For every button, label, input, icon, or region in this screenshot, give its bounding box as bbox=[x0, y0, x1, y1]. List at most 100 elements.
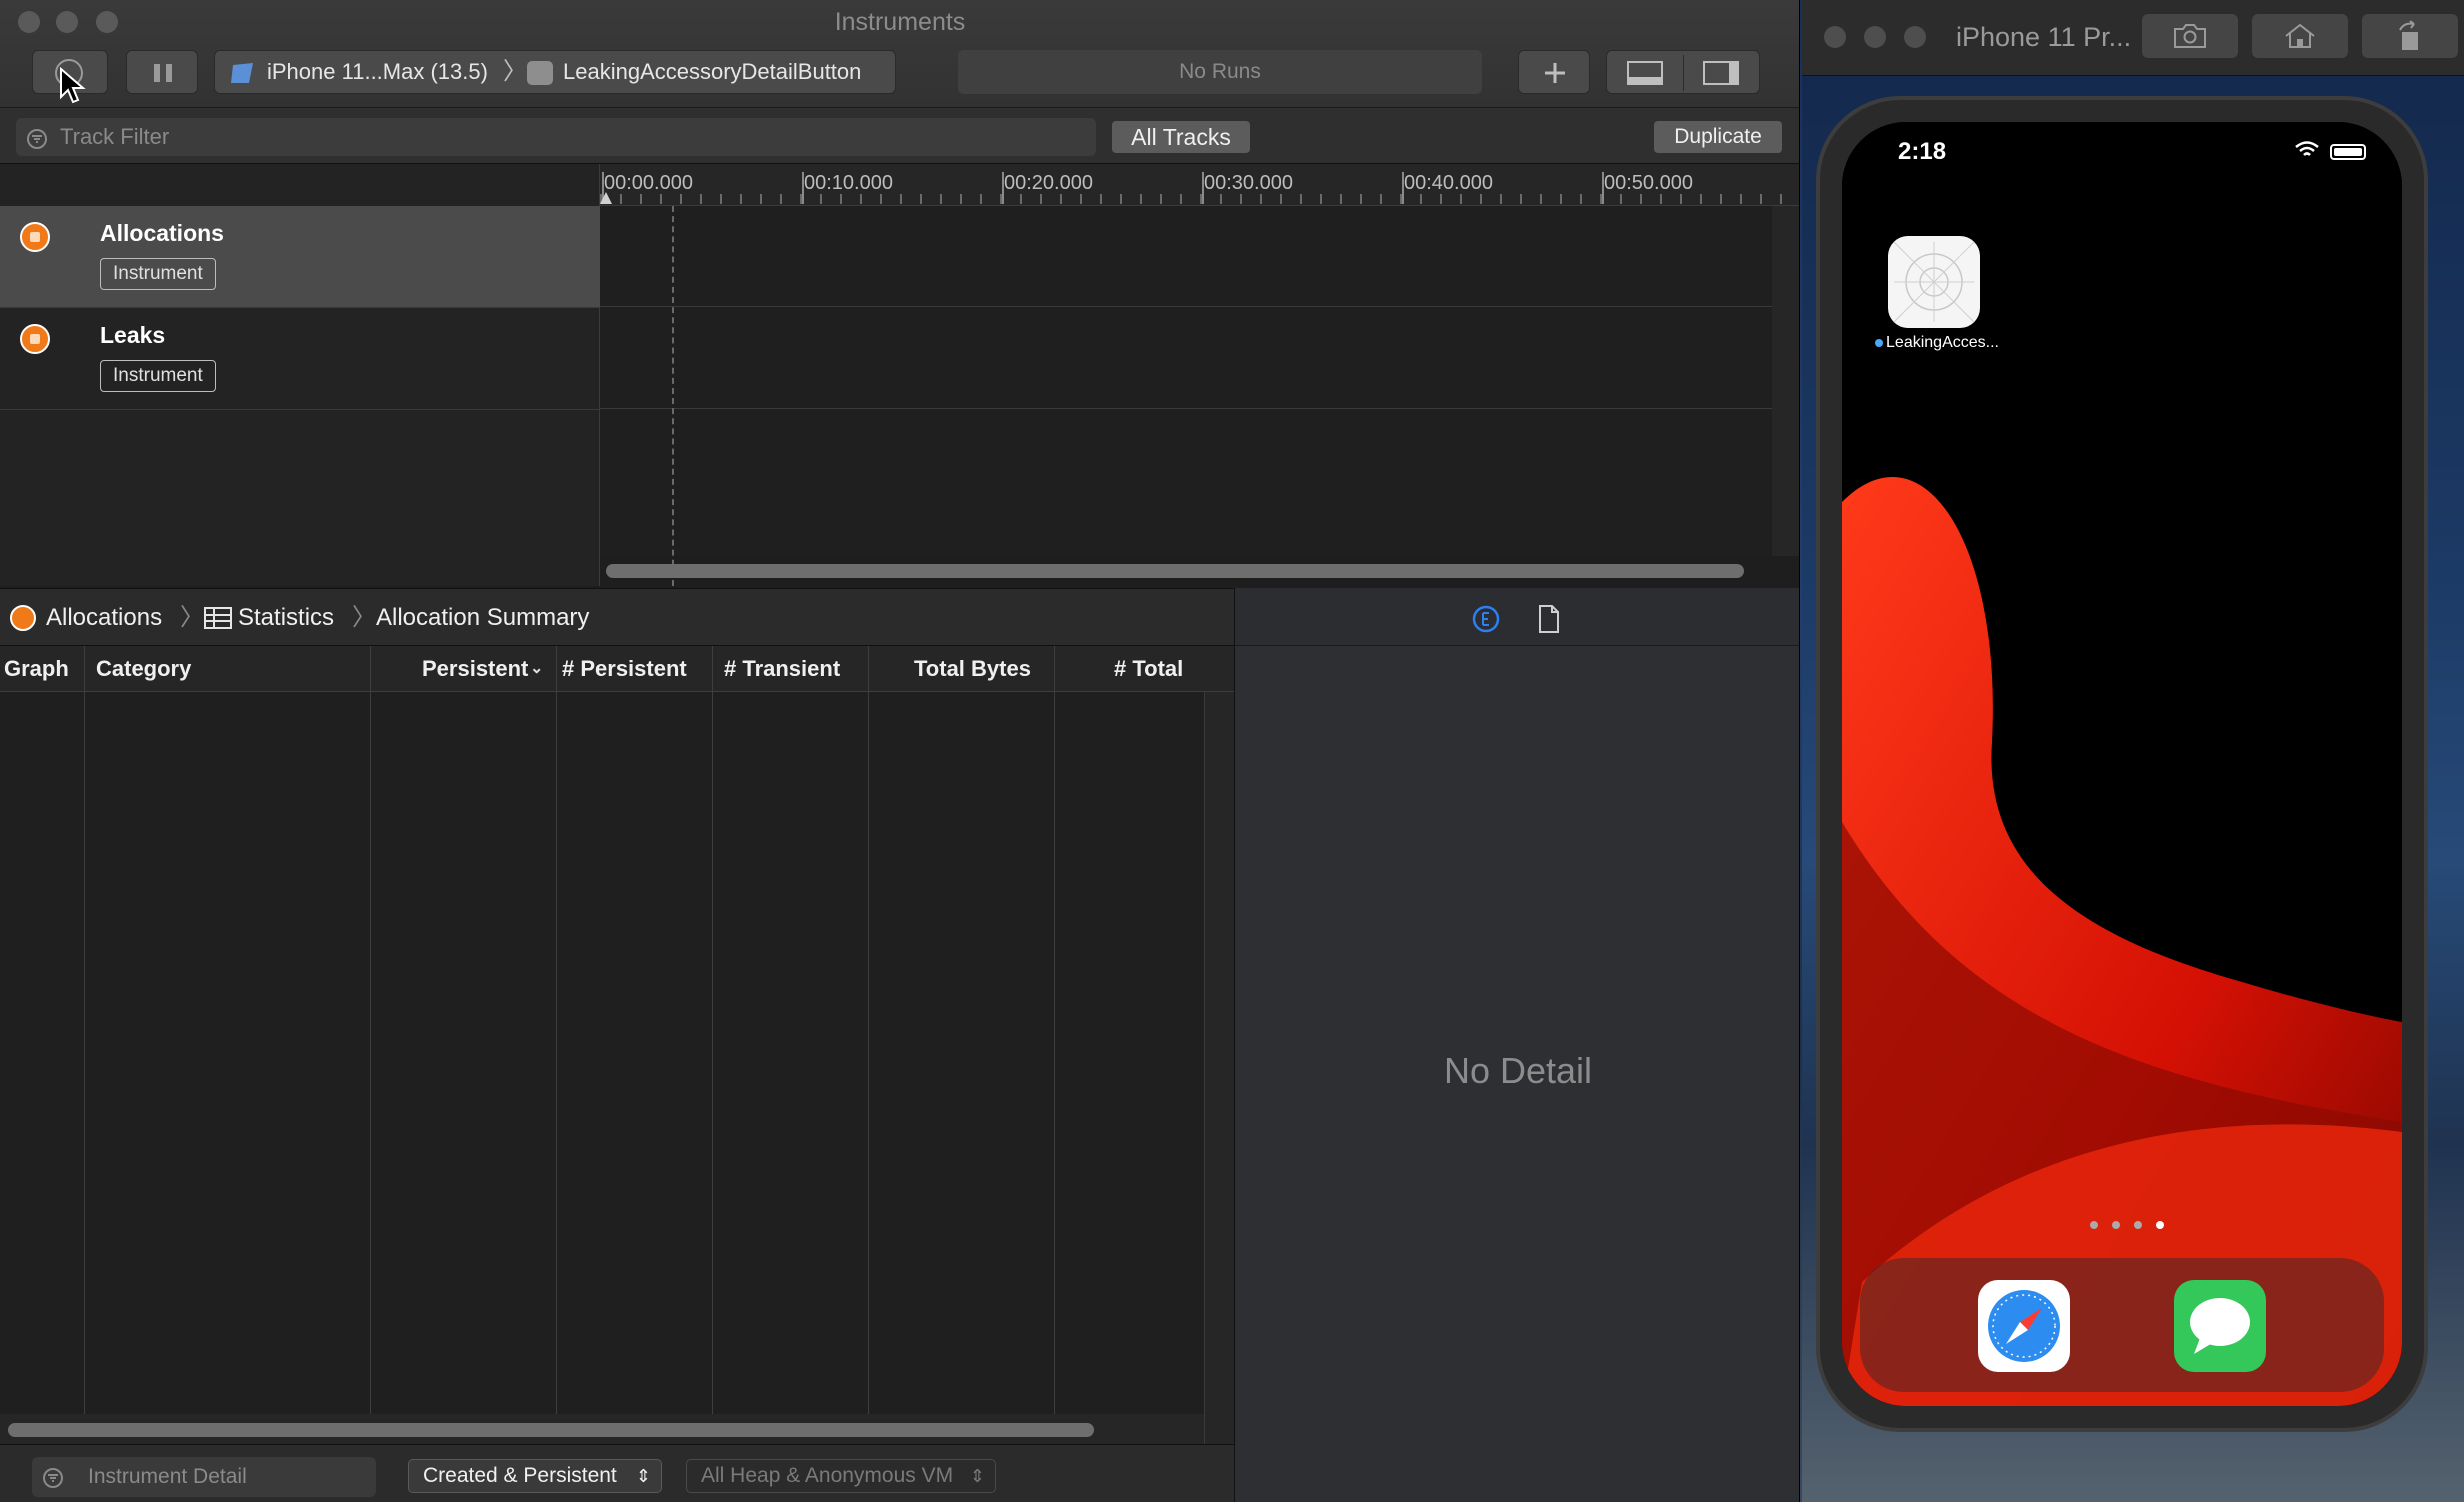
playhead-marker[interactable] bbox=[600, 192, 612, 204]
track-vertical-scrollbar[interactable] bbox=[1772, 206, 1799, 556]
allocation-table[interactable] bbox=[0, 692, 1204, 1414]
home-icon bbox=[2285, 23, 2315, 48]
timeline-tick: 00:20.000 bbox=[1004, 172, 1093, 194]
playhead-line bbox=[672, 206, 674, 586]
detail-bottom-bar: Instrument Detail Created & Persistent ⇕… bbox=[0, 1444, 1234, 1502]
app-home-icon[interactable] bbox=[1888, 236, 1980, 328]
duplicate-button[interactable]: Duplicate bbox=[1654, 121, 1782, 153]
iphone-notch bbox=[1988, 122, 2256, 170]
sort-chevron-down-icon: ⌄ bbox=[530, 660, 544, 677]
instruments-window: Instruments iPhone 11...Max (13.5) 〉 Lea… bbox=[0, 0, 1800, 1502]
iphone-frame: 2:18 LeakingAcces... bbox=[1816, 96, 2428, 1432]
app-icon bbox=[527, 61, 553, 85]
pause-button[interactable] bbox=[126, 50, 198, 94]
breadcrumb-statistics[interactable]: Statistics bbox=[238, 589, 334, 647]
no-detail-label: No Detail bbox=[1443, 1050, 1593, 1091]
track-list: Allocations Instrument Leaks Instrument bbox=[0, 164, 600, 586]
table-horizontal-scrollbar[interactable] bbox=[8, 1423, 1094, 1437]
iphone-screen[interactable]: 2:18 LeakingAcces... bbox=[1842, 122, 2402, 1406]
column-category[interactable]: Category bbox=[96, 656, 191, 682]
mouse-cursor-icon bbox=[60, 67, 86, 104]
page-indicator[interactable] bbox=[2090, 1216, 2178, 1234]
battery-icon bbox=[2330, 144, 2366, 160]
safari-icon[interactable] bbox=[1978, 1280, 2070, 1372]
column-num-total[interactable]: # Total bbox=[1114, 656, 1183, 682]
all-tracks-button[interactable]: All Tracks bbox=[1112, 121, 1250, 153]
dock bbox=[1860, 1258, 2384, 1392]
document-icon[interactable] bbox=[1537, 604, 1561, 634]
view-toggle-group bbox=[1606, 50, 1760, 94]
page-dot bbox=[2112, 1221, 2120, 1229]
device-label[interactable]: iPhone 11...Max (13.5) bbox=[267, 51, 488, 93]
page-dot bbox=[2134, 1221, 2142, 1229]
timeline-ruler[interactable]: 00:00.000 00:10.000 00:20.000 00:30.000 … bbox=[600, 164, 1799, 206]
app-home-label: LeakingAcces... bbox=[1872, 334, 2002, 352]
timeline-tick: 00:40.000 bbox=[1404, 172, 1493, 194]
chevron-right-icon: 〉 bbox=[503, 58, 527, 85]
track-row-leaks[interactable]: Leaks Instrument bbox=[0, 308, 600, 410]
lifespan-popup[interactable]: Created & Persistent ⇕ bbox=[408, 1459, 662, 1493]
minimize-window-button[interactable] bbox=[1864, 26, 1886, 48]
zoom-window-button[interactable] bbox=[1904, 26, 1926, 48]
extended-detail-icon[interactable] bbox=[1471, 604, 1501, 634]
table-icon bbox=[204, 607, 232, 629]
record-button[interactable] bbox=[32, 50, 108, 104]
right-panel-icon[interactable] bbox=[1703, 61, 1739, 85]
column-total-bytes[interactable]: Total Bytes bbox=[914, 656, 1031, 682]
timeline-horizontal-scrollbar[interactable] bbox=[606, 564, 1744, 578]
track-filter-input[interactable]: Track Filter bbox=[16, 118, 1096, 156]
app-placeholder-icon bbox=[1894, 242, 1974, 322]
device-icon bbox=[231, 63, 253, 83]
track-graph-area[interactable] bbox=[600, 206, 1772, 586]
bottom-panel-icon[interactable] bbox=[1627, 61, 1663, 85]
page-dot-current bbox=[2156, 1221, 2164, 1229]
rotate-icon bbox=[2399, 20, 2418, 50]
simulator-window: iPhone 11 Pr... 2:18 LeakingAcces... bbox=[1802, 0, 2464, 1502]
status-time: 2:18 bbox=[1898, 138, 1947, 165]
home-button[interactable] bbox=[2252, 14, 2348, 58]
runs-selector[interactable]: No Runs bbox=[958, 50, 1482, 94]
heap-type-popup[interactable]: All Heap & Anonymous VM ⇕ bbox=[686, 1459, 996, 1493]
add-instrument-button[interactable] bbox=[1518, 50, 1590, 94]
leaks-icon bbox=[20, 324, 50, 354]
column-persistent[interactable]: Persistent bbox=[422, 656, 528, 682]
table-vertical-scrollbar[interactable] bbox=[1204, 692, 1234, 1444]
timeline-tick: 00:50.000 bbox=[1604, 172, 1693, 194]
instrument-badge: Instrument bbox=[100, 360, 216, 392]
simulator-titlebar: iPhone 11 Pr... bbox=[1802, 0, 2464, 76]
track-name: Allocations bbox=[100, 220, 224, 246]
breadcrumb-allocation-summary[interactable]: Allocation Summary bbox=[376, 589, 589, 647]
breadcrumb-allocations[interactable]: Allocations bbox=[46, 589, 162, 647]
instrument-badge: Instrument bbox=[100, 258, 216, 290]
chevron-right-icon: 〉 bbox=[180, 604, 204, 631]
allocations-icon bbox=[20, 222, 50, 252]
filter-icon bbox=[43, 1468, 63, 1488]
column-graph[interactable]: Graph bbox=[4, 656, 69, 682]
minor-ticks bbox=[600, 194, 1799, 204]
timeline-tick: 00:10.000 bbox=[804, 172, 893, 194]
page-dot bbox=[2090, 1221, 2098, 1229]
track-row-allocations[interactable]: Allocations Instrument bbox=[0, 206, 600, 308]
updown-arrows-icon: ⇕ bbox=[969, 1466, 985, 1486]
screenshot-button[interactable] bbox=[2142, 14, 2238, 58]
heap-type-popup-label: All Heap & Anonymous VM bbox=[701, 1464, 954, 1487]
rotate-button[interactable] bbox=[2362, 14, 2458, 58]
target-breadcrumb[interactable]: iPhone 11...Max (13.5) 〉 LeakingAccessor… bbox=[214, 50, 896, 94]
timeline-tick: 00:30.000 bbox=[1204, 172, 1293, 194]
column-num-persistent[interactable]: # Persistent bbox=[562, 656, 687, 682]
simulator-title: iPhone 11 Pr... bbox=[1956, 22, 2132, 52]
window-title: Instruments bbox=[834, 8, 966, 36]
instruments-titlebar: Instruments iPhone 11...Max (13.5) 〉 Lea… bbox=[0, 0, 1799, 108]
camera-icon bbox=[2174, 24, 2206, 48]
track-name: Leaks bbox=[100, 322, 166, 348]
updown-arrows-icon: ⇕ bbox=[635, 1466, 651, 1486]
close-window-button[interactable] bbox=[1824, 26, 1846, 48]
column-num-transient[interactable]: # Transient bbox=[724, 656, 840, 682]
inspector-tabs bbox=[1235, 588, 1799, 646]
app-label[interactable]: LeakingAccessoryDetailButton bbox=[563, 51, 861, 93]
screen-root: Instruments iPhone 11...Max (13.5) 〉 Lea… bbox=[0, 0, 2464, 1502]
messages-icon[interactable] bbox=[2174, 1280, 2266, 1372]
chevron-right-icon: 〉 bbox=[352, 604, 376, 631]
instrument-detail-filter[interactable]: Instrument Detail bbox=[32, 1457, 376, 1497]
allocations-icon bbox=[10, 605, 36, 631]
